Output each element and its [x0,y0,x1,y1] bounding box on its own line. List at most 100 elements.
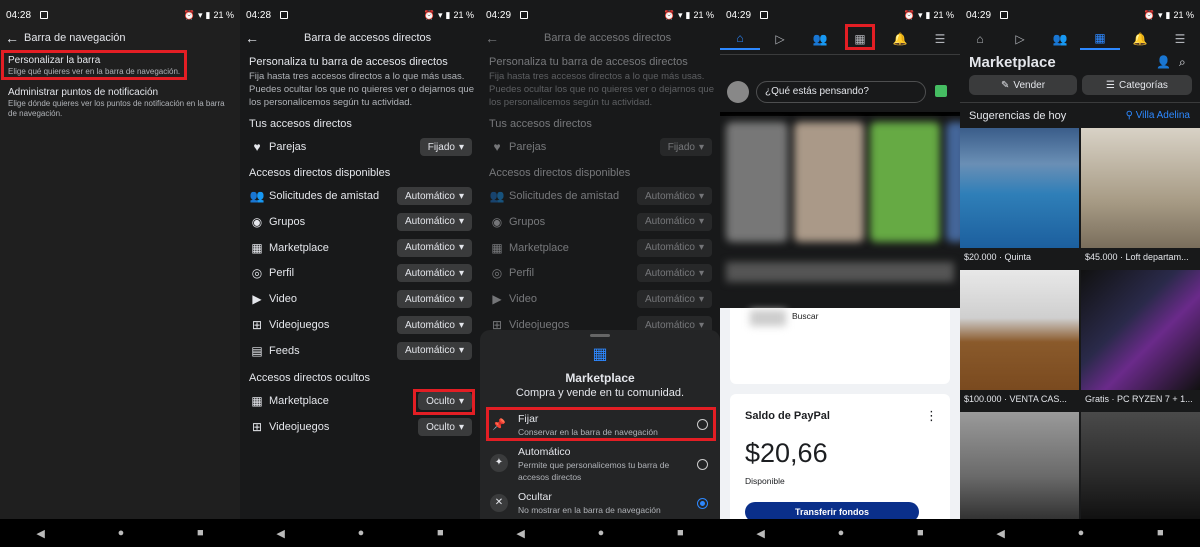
avatar[interactable] [727,81,749,103]
shortcut-mode-value: Fijado [427,141,455,153]
menu-tab-icon[interactable]: ☰ [1160,28,1200,50]
listing-title[interactable]: $45.000 · Loft departam... [1085,252,1189,262]
shortcut-mode-dropdown[interactable]: Automático▾ [396,316,472,334]
shortcut-mode-dropdown[interactable]: Automático▾ [636,212,712,231]
listing-photo[interactable] [1081,270,1200,390]
marketplace-tab-icon[interactable]: ▦ [1080,28,1120,50]
option-hide-radio[interactable] [697,498,708,509]
listing-photo[interactable] [960,412,1079,519]
shortcut-mode-dropdown[interactable]: Automático▾ [636,290,712,309]
option-hide[interactable]: ✕ Ocultar No mostrar en la barra de nave… [480,490,720,520]
sheet-handle[interactable] [590,334,610,337]
wifi-icon: ▾ [918,9,923,20]
listing-photo[interactable] [1081,128,1200,248]
recents-icon[interactable]: ■ [917,527,924,539]
shortcut-mode-dropdown[interactable]: Automático▾ [396,212,472,231]
recents-icon[interactable]: ■ [677,527,684,539]
categories-button[interactable]: ☰ Categorías [1082,75,1192,95]
shortcut-mode-dropdown[interactable]: Automático▾ [396,341,472,360]
more-options-icon[interactable]: ⋮ [925,408,938,424]
battery-icon: ▮ [205,9,211,20]
shortcut-row: ♥ Parejas Fijado ▾ [480,137,720,157]
shortcut-mode-dropdown[interactable]: Automático▾ [396,187,472,205]
listing-photo[interactable] [960,128,1079,248]
listing-photo[interactable] [1081,412,1200,519]
home-icon[interactable]: ● [1078,527,1085,539]
search-label[interactable]: Buscar [792,311,818,321]
back-icon[interactable]: ◀ [756,527,764,540]
recents-icon[interactable]: ■ [437,527,444,539]
magic-wand-icon: ✦ [490,454,508,472]
battery-level: 21 % [933,10,954,20]
listing-photo[interactable] [960,270,1079,390]
chevron-down-icon: ▾ [698,190,704,202]
shortcut-label: Videojuegos [269,319,330,331]
shortcut-mode-dropdown[interactable]: Automático▾ [396,264,472,283]
chevron-down-icon: ▾ [458,293,464,305]
listing-title[interactable]: $20.000 · Quinta [964,252,1031,262]
location-link[interactable]: ⚲ Villa Adelina [1126,110,1190,121]
shortcut-mode-dropdown[interactable]: Automático▾ [396,238,472,257]
shortcut-mode-value: Automático [644,190,695,202]
back-arrow-icon[interactable]: ← [240,30,264,46]
status-time: 04:28 [246,9,272,21]
suggestions-heading: Sugerencias de hoy [969,110,1067,122]
notifications-tab-icon[interactable]: 🔔 [1120,28,1160,50]
photo-icon[interactable] [935,85,947,97]
shortcut-row: 👥 Solicitudes de amistad Automático ▾ [480,186,720,206]
home-icon[interactable]: ● [118,527,125,539]
option-automatic-radio[interactable] [697,459,708,470]
home-tab-icon[interactable]: ⌂ [960,28,1000,50]
shortcut-mode-dropdown[interactable]: Automático▾ [396,290,472,309]
back-arrow-icon[interactable]: ← [480,30,504,46]
battery-icon: ▮ [1165,9,1171,20]
home-icon[interactable]: ● [358,527,365,539]
panel-shortcuts-bar: 04:28 ⏰ ▾ ▮ 21 % ← Barra de accesos directo… [240,0,480,547]
back-icon[interactable]: ◀ [36,527,44,540]
listing-title[interactable]: Gratis · PC RYZEN 7 + 1... [1085,394,1193,404]
chevron-down-icon: ▾ [458,190,464,202]
recents-icon[interactable]: ■ [1157,527,1164,539]
home-icon[interactable]: ● [838,527,845,539]
status-time: 04:28 [6,9,32,21]
shortcut-mode-dropdown[interactable]: Fijado ▾ [659,138,712,156]
listing-title[interactable]: $100.000 · VENTA CAS... [964,394,1067,404]
video-tab-icon[interactable]: ▷ [760,28,800,50]
composer-input[interactable]: ¿Qué estás pensando? [756,81,926,103]
friends-tab-icon[interactable]: 👥 [1040,28,1080,50]
back-arrow-icon[interactable]: ← [0,30,24,46]
back-icon[interactable]: ◀ [516,527,524,540]
shortcut-mode-dropdown[interactable]: Fijado ▾ [419,138,472,156]
panel-marketplace-sheet: 04:29 ⏰ ▾ ▮ 21 % ← Barra de accesos directo… [480,0,720,547]
back-icon[interactable]: ◀ [996,527,1004,540]
android-nav-bar: ◀ ● ■ [720,519,960,547]
back-icon[interactable]: ◀ [276,527,284,540]
home-tab-icon[interactable]: ⌂ [720,28,760,50]
shortcut-mode-dropdown[interactable]: Automático▾ [636,187,712,205]
shortcut-mode-dropdown[interactable]: Oculto ▾ [418,418,472,436]
friends-tab-icon[interactable]: 👥 [800,28,840,50]
shortcut-mode-dropdown[interactable]: Automático▾ [636,264,712,283]
video-icon: ▶ [492,292,502,307]
option-automatic[interactable]: ✦ Automático Permite que personalicemos … [480,446,720,482]
notifications-tab-icon[interactable]: 🔔 [880,28,920,50]
notification-dots-item[interactable]: Administrar puntos de notificación Elige… [8,87,230,119]
story-create[interactable] [726,122,788,242]
search-icon[interactable]: ⌕ [1179,55,1186,70]
story-card[interactable] [946,122,960,242]
menu-tab-icon[interactable]: ☰ [920,28,960,50]
home-icon[interactable]: ● [598,527,605,539]
status-time: 04:29 [486,9,512,21]
android-nav-bar: ◀ ● ■ [0,519,240,547]
story-card[interactable] [794,122,864,242]
story-card[interactable] [870,122,940,242]
shortcut-mode-value: Automático [644,267,695,279]
video-tab-icon[interactable]: ▷ [1000,28,1040,50]
profile-icon[interactable]: 👤 [1156,55,1171,69]
shortcut-row: ♥ Parejas Fijado ▾ [240,137,480,157]
recents-icon[interactable]: ■ [197,527,204,539]
location-label: Villa Adelina [1135,110,1190,121]
shortcut-mode-dropdown[interactable]: Automático▾ [636,238,712,257]
shortcut-label: Videojuegos [269,421,330,433]
sell-button[interactable]: ✎ Vender [969,75,1077,95]
